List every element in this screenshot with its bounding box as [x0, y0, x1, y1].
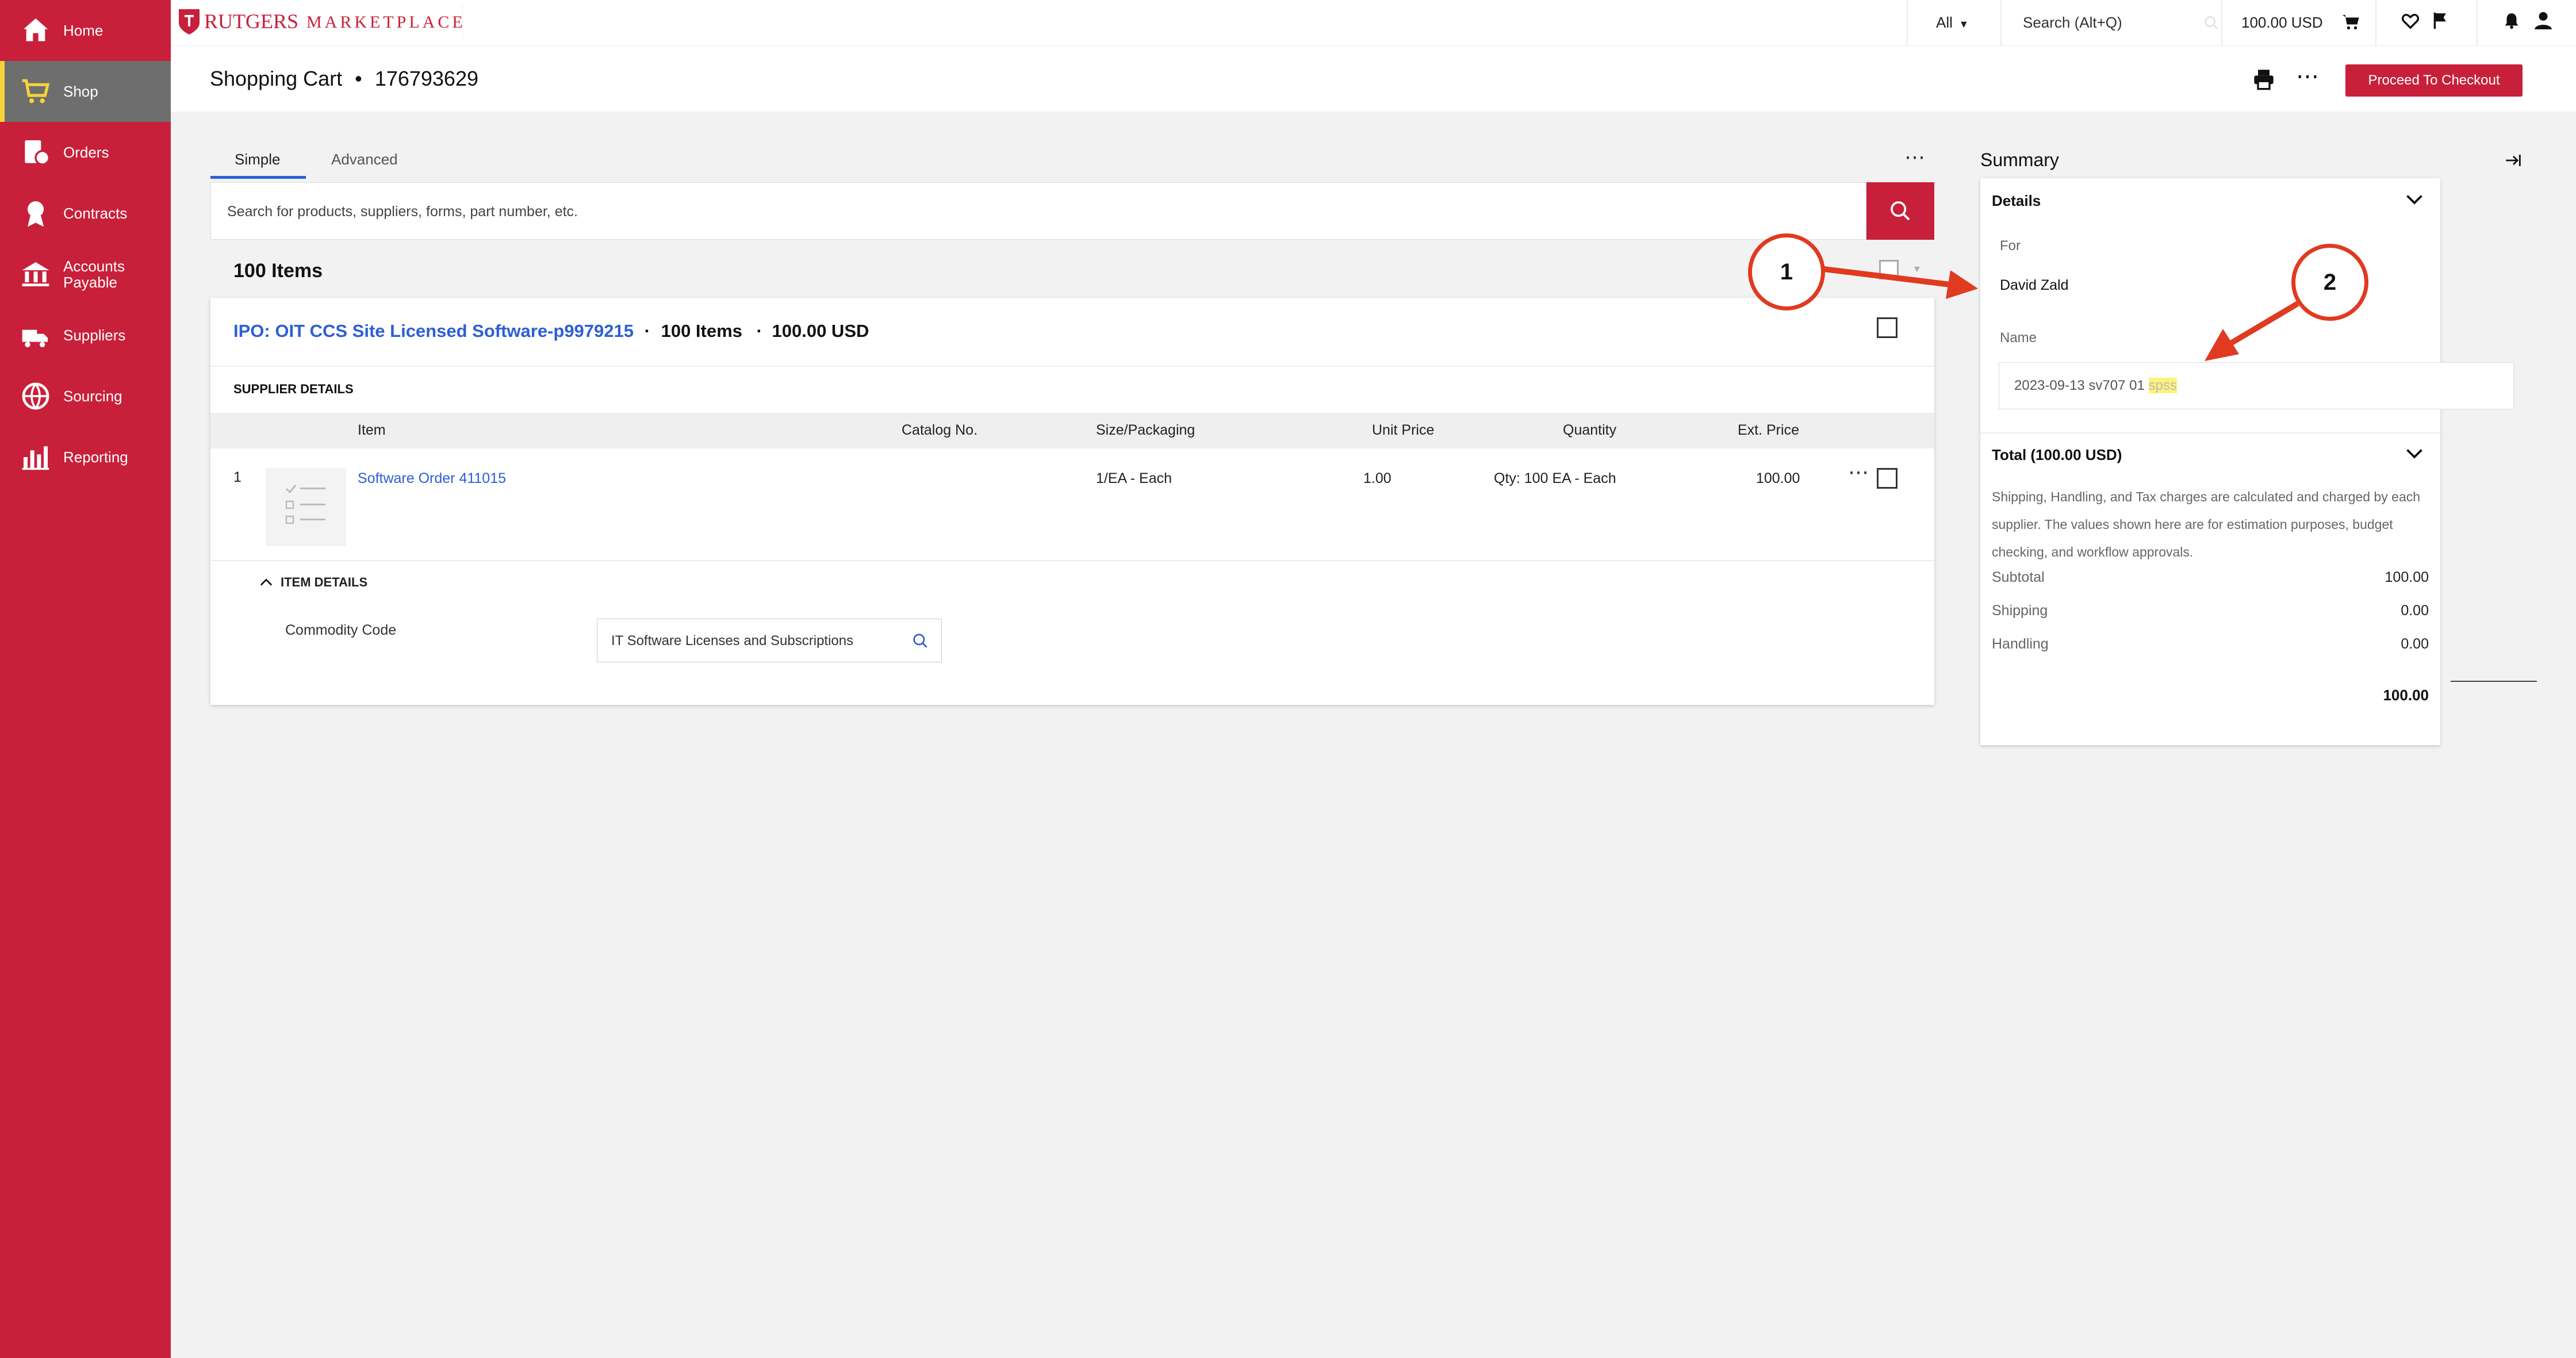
annotation-arrow-2 — [2228, 301, 2299, 347]
annotation-arrowhead-1 — [1946, 270, 1978, 299]
annotation-marker-2: 2 — [2291, 244, 2368, 321]
annotation-arrow-1 — [1823, 266, 1956, 288]
annotation-arrows — [1823, 266, 2299, 361]
annotation-marker-1: 1 — [1748, 233, 1825, 310]
annotation-arrowhead-2 — [2205, 329, 2239, 361]
